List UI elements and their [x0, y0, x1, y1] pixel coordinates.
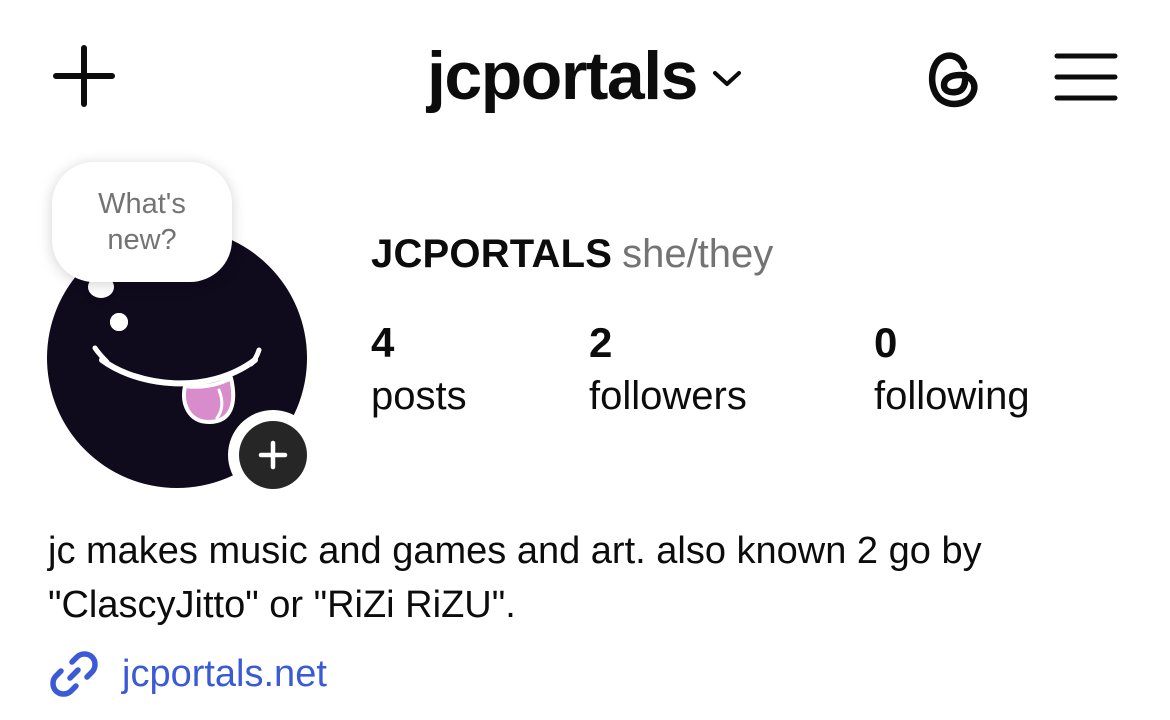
menu-button[interactable]	[1054, 52, 1118, 102]
add-story-badge	[239, 421, 307, 489]
stat-posts[interactable]: 4 posts	[371, 318, 467, 424]
bio-link-text: jcportals.net	[122, 653, 327, 695]
threads-icon	[928, 52, 978, 108]
stat-followers[interactable]: 2 followers	[589, 318, 747, 424]
followers-label: followers	[589, 374, 747, 418]
pronouns: she/they	[622, 232, 774, 276]
threads-button[interactable]	[920, 45, 986, 111]
note-bubble[interactable]: What's new?	[52, 162, 232, 282]
following-label: following	[874, 374, 1030, 418]
posts-count: 4	[371, 319, 395, 366]
chevron-down-icon	[712, 71, 741, 86]
plus-icon	[258, 440, 288, 470]
note-bubble-dot	[110, 313, 128, 331]
create-button[interactable]	[52, 44, 116, 108]
followers-count: 2	[589, 319, 613, 366]
hamburger-menu-icon	[1054, 53, 1118, 101]
link-icon	[50, 651, 98, 697]
bio-link[interactable]: jcportals.net	[48, 644, 327, 704]
profile-name-line: JCPORTALS she/they	[371, 230, 773, 278]
header-title-area: jcportals	[0, 36, 1170, 116]
display-name: JCPORTALS	[371, 232, 613, 276]
note-text: What's new?	[98, 188, 186, 256]
account-switcher[interactable]: jcportals	[427, 42, 743, 110]
posts-label: posts	[371, 374, 467, 418]
stat-following[interactable]: 0 following	[874, 318, 1030, 424]
username: jcportals	[427, 38, 698, 114]
following-count: 0	[874, 319, 898, 366]
plus-icon	[53, 45, 115, 107]
bio-text: jc makes music and games and art. also k…	[48, 530, 982, 626]
add-story-button[interactable]	[228, 410, 318, 500]
